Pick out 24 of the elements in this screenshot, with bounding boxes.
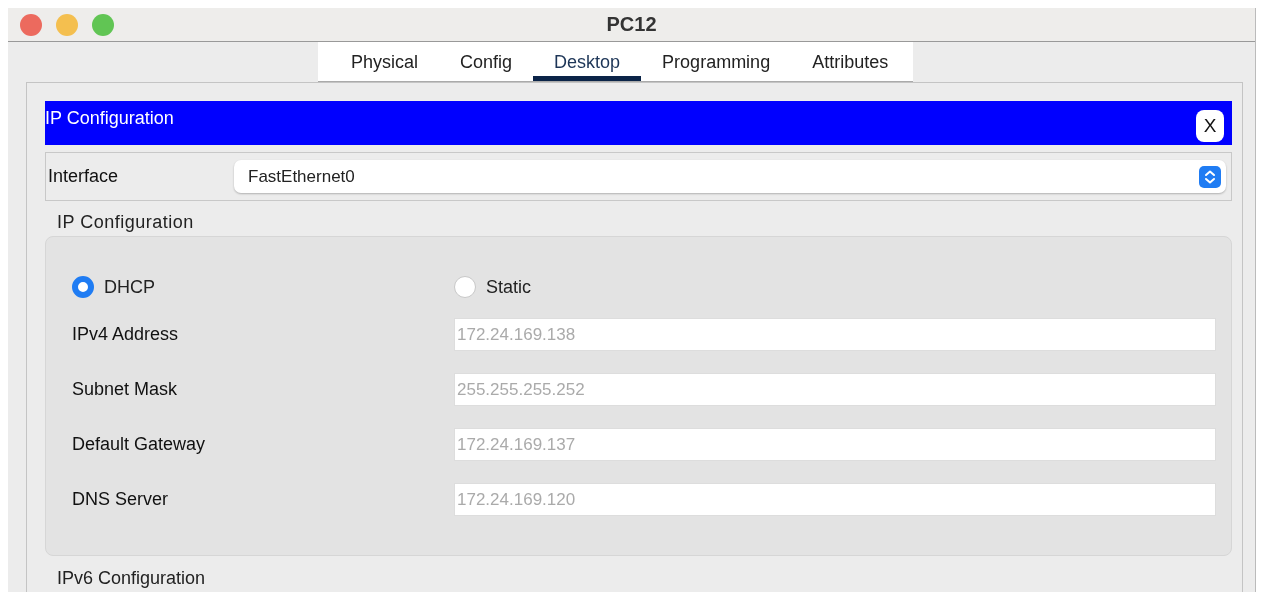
tab[interactable]: Config	[439, 42, 534, 81]
chevrons-icon	[1199, 165, 1221, 188]
radio-label: Static	[486, 276, 532, 298]
minimize-window-button[interactable]	[56, 13, 78, 36]
radio-label: DHCP	[104, 276, 155, 298]
window-title: PC12	[606, 13, 657, 36]
tab[interactable]: Desktop	[533, 42, 642, 81]
section-title: IPv6 Configuration	[57, 568, 207, 590]
field-label: Default Gateway	[72, 434, 207, 455]
field-label: DNS Server	[72, 489, 170, 510]
close-window-button[interactable]	[20, 13, 42, 36]
interface-label: Interface	[47, 166, 120, 187]
tab[interactable]: Physical	[330, 42, 440, 81]
field-label: IPv4 Address	[72, 324, 180, 345]
field-label: Subnet Mask	[72, 379, 179, 400]
close-button[interactable]: X	[1196, 110, 1224, 142]
interface-dropdown[interactable]: FastEthernet0	[234, 160, 1226, 193]
zoom-window-button[interactable]	[92, 13, 114, 36]
app-title: IP Configuration	[45, 107, 174, 129]
radio-button[interactable]	[454, 276, 476, 298]
tab[interactable]: Programming	[641, 42, 792, 81]
tab[interactable]: Attributes	[791, 42, 910, 81]
section-title: IP Configuration	[57, 212, 195, 234]
radio-button[interactable]	[72, 276, 94, 298]
